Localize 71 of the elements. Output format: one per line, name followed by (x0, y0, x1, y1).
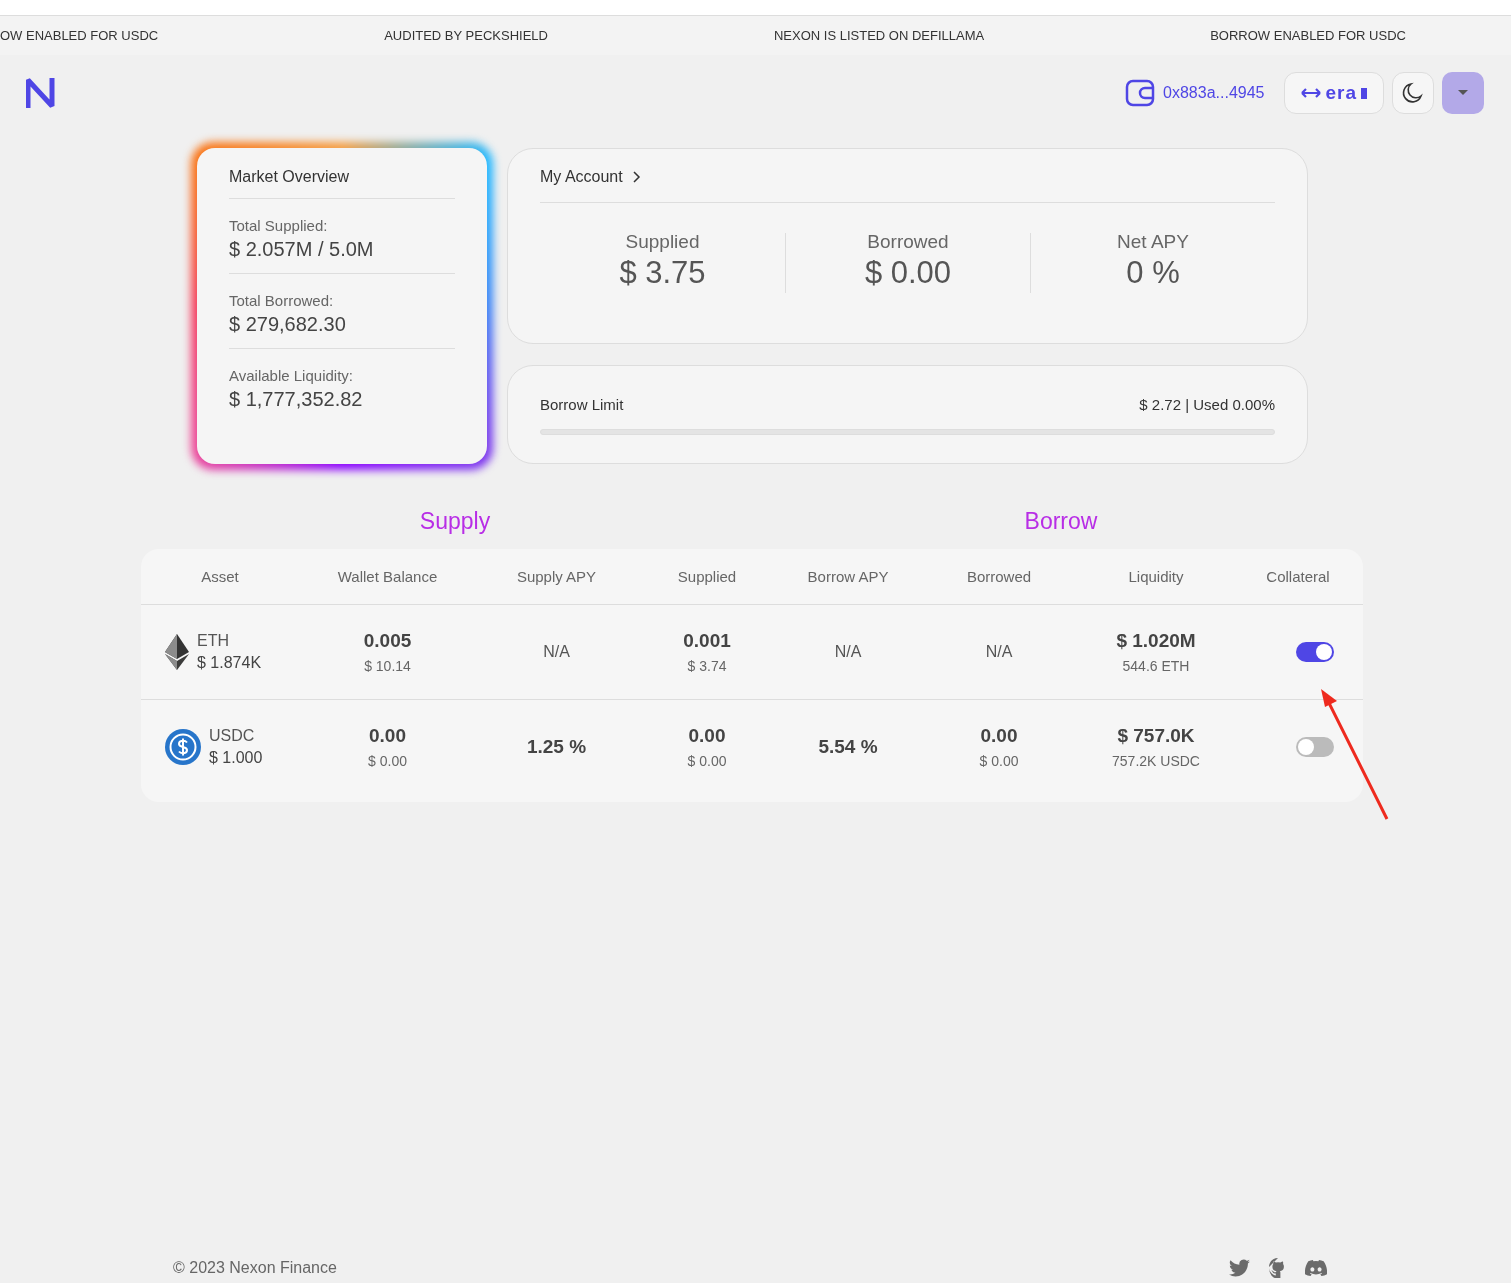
ethereum-icon (165, 634, 189, 670)
cell-subtext: $ 0.00 (687, 753, 727, 769)
wallet-icon (1125, 79, 1156, 107)
announcement-text: OW ENABLED FOR USDC (0, 28, 159, 43)
collateral-toggle[interactable] (1296, 737, 1334, 757)
asset-name: ETH (197, 632, 230, 650)
asset-price: $ 1.000 (209, 749, 263, 767)
table-cell: N/A (834, 643, 862, 661)
column-header: Liquidity (1127, 568, 1185, 585)
announcement-text: NEXON IS LISTED ON DEFILLAMA (773, 28, 985, 43)
caret-icon (1457, 89, 1469, 97)
stat-value: $ 3.75 (618, 255, 707, 291)
cell-subtext: 757.2K USDC (1112, 753, 1200, 769)
stat-value: $ 279,682.30 (229, 313, 347, 336)
section-title: Borrow (1023, 508, 1099, 535)
table-cell: 0.00 (369, 725, 406, 747)
stat-value: $ 0.00 (863, 255, 953, 291)
announcement-text: BORROW ENABLED FOR USDC (1210, 28, 1406, 43)
stat-label: Total Borrowed: (229, 292, 335, 309)
stat-label: Supplied (624, 231, 701, 253)
moon-icon (1401, 81, 1425, 105)
double-arrow-icon (1301, 87, 1322, 99)
stat-label: Available Liquidity: (229, 367, 354, 384)
table-cell: 0.00 (980, 725, 1018, 747)
stat-label: Borrowed (866, 231, 950, 253)
column-header: Borrowed (965, 568, 1033, 585)
announcement-text: AUDITED BY PECKSHIELD (384, 28, 548, 43)
borrow-limit-reading: $ 2.72 | Used 0.00% (1139, 396, 1275, 413)
network-button[interactable]: era (1284, 72, 1384, 114)
cell-subtext: $ 10.14 (364, 658, 411, 674)
cell-subtext: 544.6 ETH (1122, 658, 1190, 674)
table-cell: $ 1.020M (1116, 630, 1196, 652)
table-cell: N/A (985, 643, 1013, 661)
cell-subtext: $ 0.00 (368, 753, 407, 769)
my-account-link[interactable]: My Account (540, 149, 1275, 203)
borrow-limit-label: Borrow Limit (540, 396, 624, 413)
column-header: Supplied (676, 568, 738, 585)
table-cell: N/A (543, 643, 570, 661)
collateral-toggle[interactable] (1296, 642, 1334, 662)
theme-toggle-button[interactable] (1392, 72, 1434, 114)
stat-label: Net APY (1116, 231, 1190, 253)
asset-name: USDC (209, 727, 256, 745)
usdc-coin-icon (165, 729, 201, 765)
chevron-right-icon (632, 170, 641, 183)
cell-subtext: $ 0.00 (979, 753, 1019, 769)
discord-icon[interactable] (1305, 1260, 1327, 1276)
stat-value: $ 2.057M / 5.0M (229, 238, 375, 261)
table-cell: 5.54 % (818, 736, 878, 758)
section-title: Supply (418, 508, 492, 535)
stat-value: $ 1,777,352.82 (229, 388, 364, 411)
cell-subtext: $ 3.74 (687, 658, 727, 674)
table-cell: 0.005 (363, 630, 412, 652)
stat-label: Total Supplied: (229, 217, 329, 234)
column-header: Collateral (1265, 568, 1331, 585)
card-title: Market Overview (229, 168, 455, 199)
column-header: Supply APY (515, 568, 598, 585)
table-cell: 1.25 % (526, 736, 587, 758)
table-cell: $ 757.0K (1117, 725, 1195, 747)
asset-price: $ 1.874K (197, 654, 262, 672)
column-header: Asset (200, 568, 240, 585)
stat-value: 0 % (1125, 255, 1181, 291)
table-cell: 0.00 (688, 725, 726, 747)
github-icon[interactable] (1269, 1258, 1287, 1278)
wallet-button[interactable]: 0x883a...4945 (1125, 79, 1277, 107)
table-cell: 0.001 (683, 630, 731, 652)
logo-icon[interactable] (26, 76, 56, 110)
column-header: Borrow APY (806, 568, 890, 585)
copyright-text: © 2023 Nexon Finance (173, 1259, 337, 1277)
twitter-icon[interactable] (1229, 1259, 1251, 1277)
column-header: Wallet Balance (336, 568, 439, 585)
bar-mark-icon (1361, 87, 1367, 99)
